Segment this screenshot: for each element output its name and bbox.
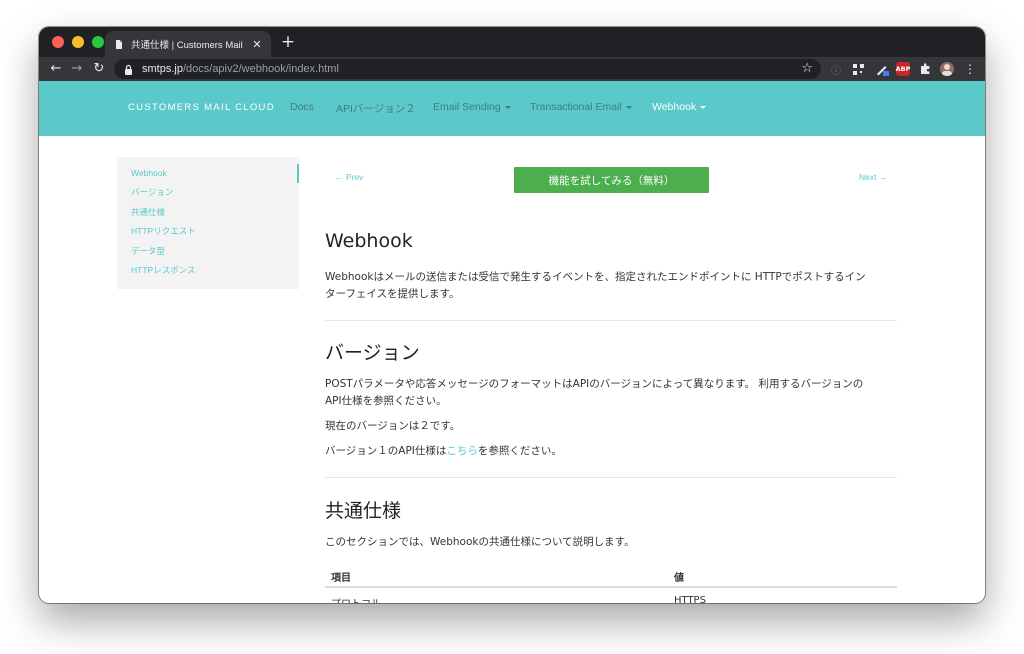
section-title-version: バージョン: [325, 342, 420, 364]
nav-item-label: Webhook: [652, 101, 697, 113]
sidebar-item-http-request[interactable]: HTTPリクエスト: [117, 222, 299, 241]
table-cell: HTTPS: [674, 595, 706, 603]
current-version-text: 現在のバージョンは２です。: [325, 420, 461, 432]
table-header-value: 値: [674, 573, 684, 584]
nav-item-label: Transactional Email: [530, 101, 622, 113]
text-line: Webhookはメールの送信または受信で発生するイベントを、指定されたエンドポイ…: [325, 271, 866, 283]
text-segment: バージョン１のAPI仕様は: [325, 445, 447, 457]
window-controls: [52, 36, 104, 48]
extension-pen-icon[interactable]: [875, 62, 889, 76]
text-line: API仕様を参照ください。: [325, 395, 447, 407]
forward-arrow-icon[interactable]: →: [68, 60, 86, 78]
sidebar-item-version[interactable]: バージョン: [117, 183, 299, 202]
extension-info-icon[interactable]: ⓘ: [829, 62, 843, 77]
nav-item-email-sending[interactable]: Email Sending: [433, 101, 511, 113]
document-favicon-icon: [113, 38, 125, 50]
table-header: 項目 値: [325, 563, 897, 588]
tab-title: 共通仕様 | Customers Mail Cloud: [131, 40, 245, 51]
browser-menu-icon[interactable]: ⋮: [963, 62, 977, 76]
tab-close-icon[interactable]: ✕: [251, 39, 263, 50]
new-tab-button[interactable]: +: [279, 33, 297, 51]
sidebar-item-data-types[interactable]: データ型: [117, 242, 299, 261]
sidebar-item-common-spec[interactable]: 共通仕様: [117, 203, 299, 222]
caret-down-icon: [504, 105, 511, 109]
url-text: smtps.jp/docs/apiv2/webhook/index.html: [142, 63, 339, 75]
sidebar-item-http-response[interactable]: HTTPレスポンス: [117, 261, 299, 280]
nav-item-label: Email Sending: [433, 101, 501, 113]
text-line: POSTパラメータや応答メッセージのフォーマットはAPIのバージョンによって異な…: [325, 378, 864, 390]
sidebar-nav: Webhook バージョン 共通仕様 HTTPリクエスト データ型 HTTPレス…: [117, 157, 299, 289]
text-line: ターフェイスを提供します。: [325, 288, 460, 300]
section-common-spec-text: このセクションでは、Webhookの共通仕様について説明します。: [325, 536, 635, 548]
caret-down-icon: [625, 105, 632, 109]
back-arrow-icon[interactable]: ←: [47, 60, 65, 78]
table-cell: プロトコル: [331, 595, 381, 603]
nav-item-transactional-email[interactable]: Transactional Email: [530, 101, 632, 113]
profile-avatar-icon[interactable]: [940, 62, 954, 76]
extension-qr-icon[interactable]: [851, 62, 865, 76]
try-free-button[interactable]: 機能を試してみる（無料）: [514, 167, 709, 193]
text-segment: を参照ください。: [477, 445, 562, 457]
table-header-item: 項目: [331, 573, 351, 584]
browser-toolbar: ← → ↻ smtps.jp/docs/apiv2/webhook/index.…: [39, 57, 985, 81]
url-domain: smtps.jp: [142, 63, 183, 75]
minimize-window-button[interactable]: [72, 36, 84, 48]
tab-active[interactable]: 共通仕様 | Customers Mail Cloud ✕: [105, 31, 271, 57]
section-webhook-text: Webhookはメールの送信または受信で発生するイベントを、指定されたエンドポイ…: [325, 269, 895, 303]
site-navbar: CUSTOMERS MAIL CLOUD Docs APIバージョン２ Emai…: [39, 81, 985, 136]
version1-text: バージョン１のAPI仕様はこちらを参照ください。: [325, 443, 895, 460]
address-bar[interactable]: smtps.jp/docs/apiv2/webhook/index.html ☆: [114, 59, 821, 79]
next-link[interactable]: Next →: [859, 172, 887, 182]
bookmark-star-icon[interactable]: ☆: [801, 61, 813, 76]
zoom-window-button[interactable]: [92, 36, 104, 48]
reload-icon[interactable]: ↻: [90, 60, 108, 78]
extensions-puzzle-icon[interactable]: [918, 62, 932, 76]
nav-item-docs[interactable]: Docs: [290, 101, 314, 113]
section-title-webhook: Webhook: [325, 230, 413, 252]
site-brand[interactable]: CUSTOMERS MAIL CLOUD: [128, 102, 275, 113]
lock-icon: [124, 63, 134, 75]
section-version-text: POSTパラメータや応答メッセージのフォーマットはAPIのバージョンによって異な…: [325, 376, 895, 410]
divider: [325, 320, 897, 321]
nav-item-webhook[interactable]: Webhook: [652, 101, 707, 113]
browser-window: 共通仕様 | Customers Mail Cloud ✕ + ← → ↻ sm…: [39, 27, 985, 603]
caret-down-icon: [700, 105, 707, 109]
tab-strip: 共通仕様 | Customers Mail Cloud ✕ +: [39, 27, 985, 57]
close-window-button[interactable]: [52, 36, 64, 48]
version1-link[interactable]: こちら: [446, 445, 478, 457]
adblock-plus-icon[interactable]: ABP: [896, 62, 910, 76]
sidebar-item-webhook[interactable]: Webhook: [117, 164, 299, 184]
prev-link[interactable]: ← Prev: [335, 172, 363, 182]
url-path: /docs/apiv2/webhook/index.html: [182, 63, 339, 75]
divider: [325, 477, 897, 478]
nav-item-api-v2[interactable]: APIバージョン２: [336, 101, 416, 116]
section-title-common-spec: 共通仕様: [325, 500, 402, 522]
